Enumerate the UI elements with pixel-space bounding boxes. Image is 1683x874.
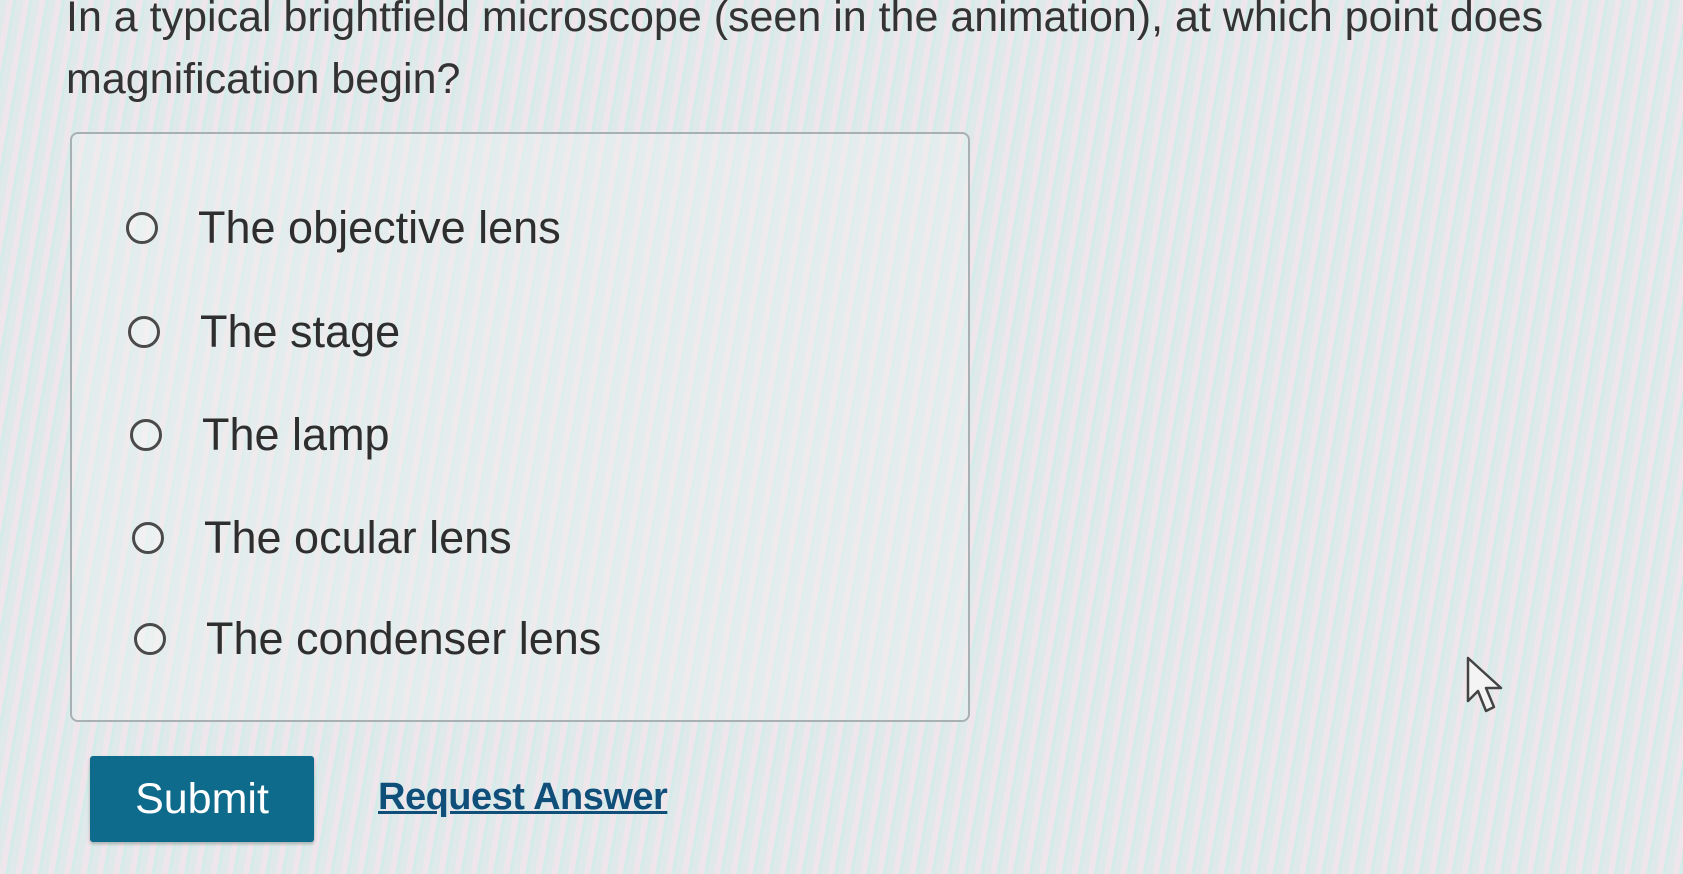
choice-label: The ocular lens <box>204 512 512 563</box>
choice-condenser-lens[interactable]: The condenser lens <box>134 613 601 665</box>
radio-button[interactable] <box>130 419 162 451</box>
choice-objective-lens[interactable]: The objective lens <box>126 202 561 254</box>
choice-ocular-lens[interactable]: The ocular lens <box>132 512 512 564</box>
choice-stage[interactable]: The stage <box>128 306 400 358</box>
radio-button[interactable] <box>128 316 160 348</box>
request-answer-link[interactable]: Request Answer <box>378 776 668 819</box>
choice-label: The objective lens <box>198 202 561 253</box>
question-text: In a typical brightfield microscope (see… <box>66 0 1544 103</box>
submit-button[interactable]: Submit <box>90 756 314 842</box>
answer-choices-group: The objective lens The stage The lamp Th… <box>70 132 970 722</box>
choice-label: The stage <box>200 306 401 357</box>
choice-label: The lamp <box>202 409 390 460</box>
choice-lamp[interactable]: The lamp <box>130 409 390 461</box>
radio-button[interactable] <box>134 623 166 655</box>
mouse-pointer-icon <box>1466 656 1503 713</box>
radio-button[interactable] <box>126 212 158 244</box>
radio-button[interactable] <box>132 522 164 554</box>
choice-label: The condenser lens <box>206 613 602 664</box>
